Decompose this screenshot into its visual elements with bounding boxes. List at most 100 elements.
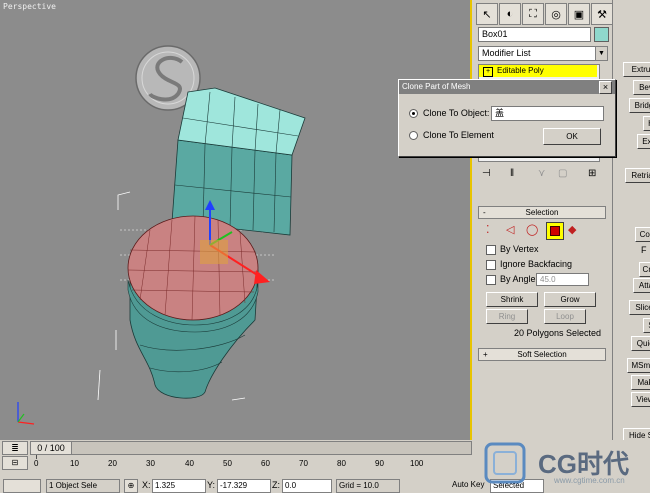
stack-item-editable-poly[interactable]: + Editable Poly [479, 65, 597, 77]
tick-label: 90 [375, 459, 384, 468]
configure-modifier-icon[interactable]: ⊞ [588, 168, 596, 179]
clone-to-object-option[interactable]: Clone To Object: [409, 108, 490, 119]
ignore-backfacing-checkbox[interactable] [486, 259, 496, 270]
extrude-spline-button[interactable]: Ext [637, 134, 650, 149]
maxscript-listener-icon[interactable] [3, 479, 41, 493]
loop-button[interactable]: Loop [544, 309, 586, 324]
lock-selection-icon[interactable]: ⊕ [124, 479, 138, 493]
motion-tab-icon[interactable]: ◎ [545, 3, 567, 25]
clone-to-element-radio[interactable] [409, 131, 418, 141]
tick-label: 80 [337, 459, 346, 468]
selected-dropdown[interactable]: Selected [490, 479, 544, 493]
border-mode-icon[interactable]: ◯ [526, 223, 538, 236]
shrink-button[interactable]: Shrink [486, 292, 538, 307]
by-vertex-checkbox[interactable] [486, 244, 496, 255]
track-bar-icon[interactable]: ≣ [2, 441, 28, 455]
tick-label: 60 [261, 459, 270, 468]
clone-object-name-input[interactable]: 盖 [491, 106, 604, 121]
remove-modifier-icon[interactable]: ▢ [558, 168, 567, 179]
stack-item-label: Editable Poly [497, 66, 544, 75]
autokey-button[interactable]: Auto Key [452, 480, 484, 489]
chevron-down-icon[interactable]: ▼ [595, 46, 608, 61]
time-slider[interactable]: 0 / 100 [30, 441, 472, 455]
ignore-backfacing-option[interactable]: Ignore Backfacing [486, 259, 572, 270]
pin-stack-icon[interactable]: ⊣ [482, 168, 491, 179]
timeline-ruler[interactable]: 0 10 20 30 40 50 60 70 80 90 100 [30, 455, 470, 468]
utilities-tab-icon[interactable]: ⚒ [591, 3, 613, 25]
selection-status: 1 Object Sele [46, 479, 120, 493]
create-button[interactable]: Cre [639, 262, 650, 277]
make-planar-button[interactable]: Mak [631, 375, 650, 390]
edge-constraint-label: F [641, 245, 647, 255]
object-name-field[interactable]: Box01 [478, 27, 591, 42]
z-label: Z: [272, 480, 280, 490]
soft-selection-rollout-header[interactable]: + Soft Selection [478, 348, 606, 361]
extrude-button[interactable]: Extru [623, 62, 650, 77]
tick-label: 70 [299, 459, 308, 468]
clone-to-element-option[interactable]: Clone To Element [409, 130, 494, 141]
clone-to-element-label: Clone To Element [423, 130, 494, 140]
selected-lid-polygons [127, 215, 259, 333]
frame-counter: 0 / 100 [37, 443, 65, 453]
element-mode-icon[interactable]: ◆ [568, 223, 576, 236]
display-tab-icon[interactable]: ▣ [568, 3, 590, 25]
command-panel: ↖ ◐ ⛶ ◎ ▣ ⚒ Box01 Modifier List ▼ + Edita… [472, 0, 613, 440]
angle-spinner[interactable]: 45.0 [536, 273, 589, 286]
x-label: X: [142, 480, 151, 490]
object-color-swatch[interactable] [594, 27, 609, 42]
modifier-list-label: Modifier List [482, 48, 531, 58]
ok-button[interactable]: OK [543, 128, 601, 145]
perspective-viewport[interactable]: Perspective [0, 0, 472, 442]
clone-part-dialog: Clone Part of Mesh × Clone To Object: 盖 … [398, 79, 616, 157]
polygon-mode-icon[interactable] [546, 222, 564, 240]
hide-selected-button[interactable]: Hide S [623, 428, 650, 440]
retriangulate-button[interactable]: Retria [625, 168, 650, 183]
grow-button[interactable]: Grow [544, 292, 596, 307]
y-label: Y: [207, 480, 216, 490]
modifier-list-dropdown[interactable]: Modifier List [478, 46, 601, 61]
tick-label: 20 [108, 459, 117, 468]
edit-geometry-panel: Extru Bev Bridg H Ext Retria Con F Cre A… [612, 0, 650, 440]
y-coordinate-field[interactable]: -17.329 [217, 479, 271, 493]
clone-to-object-radio[interactable] [409, 109, 418, 119]
create-tab-icon[interactable]: ↖ [476, 3, 498, 25]
modify-tab-icon[interactable]: ◐ [499, 3, 521, 25]
edge-mode-icon[interactable]: ◁ [506, 223, 514, 236]
msmooth-button[interactable]: MSmo [627, 358, 650, 373]
constraints-button[interactable]: Con [635, 227, 650, 242]
by-angle-option[interactable]: By Angle: [486, 274, 538, 285]
quickslice-button[interactable]: Quic [631, 336, 650, 351]
dialog-titlebar[interactable]: Clone Part of Mesh × [399, 80, 615, 94]
slice-plane-button[interactable]: Slice [629, 300, 650, 315]
key-filter-icon[interactable]: ⊟ [2, 456, 28, 470]
tick-label: 0 [34, 459, 39, 468]
bevel-button[interactable]: Bev [633, 80, 650, 95]
tick-label: 100 [410, 459, 424, 468]
toilet-tank [171, 87, 306, 236]
hinge-button[interactable]: H [643, 116, 650, 131]
view-align-button[interactable]: View [631, 392, 650, 407]
ring-button[interactable]: Ring [486, 309, 528, 324]
hierarchy-tab-icon[interactable]: ⛶ [522, 3, 544, 25]
bridge-button[interactable]: Bridg [629, 98, 650, 113]
selection-rollout-header[interactable]: - Selection [478, 206, 606, 219]
slice-button[interactable]: S [643, 318, 650, 333]
time-slider-handle[interactable]: 0 / 100 [31, 442, 72, 454]
by-vertex-option[interactable]: By Vertex [486, 244, 539, 255]
show-end-result-icon[interactable]: ‖ [510, 168, 514, 179]
make-unique-icon[interactable]: ⋎ [538, 168, 545, 179]
x-coordinate-field[interactable]: 1.325 [152, 479, 206, 493]
subobject-toolbar: ⁚ ◁ ◯ ◆ [482, 222, 608, 240]
attach-button[interactable]: Atta [633, 278, 650, 293]
by-angle-checkbox[interactable] [486, 274, 496, 285]
by-vertex-label: By Vertex [500, 244, 539, 254]
clone-to-object-label: Clone To Object: [423, 108, 490, 118]
ignore-backfacing-label: Ignore Backfacing [500, 259, 573, 269]
selection-title: Selection [525, 208, 559, 217]
close-icon[interactable]: × [599, 81, 612, 94]
tick-label: 40 [185, 459, 194, 468]
expand-icon[interactable]: + [483, 67, 493, 77]
dialog-title: Clone Part of Mesh [402, 82, 471, 91]
z-coordinate-field[interactable]: 0.0 [282, 479, 332, 493]
vertex-mode-icon[interactable]: ⁚ [486, 223, 490, 236]
